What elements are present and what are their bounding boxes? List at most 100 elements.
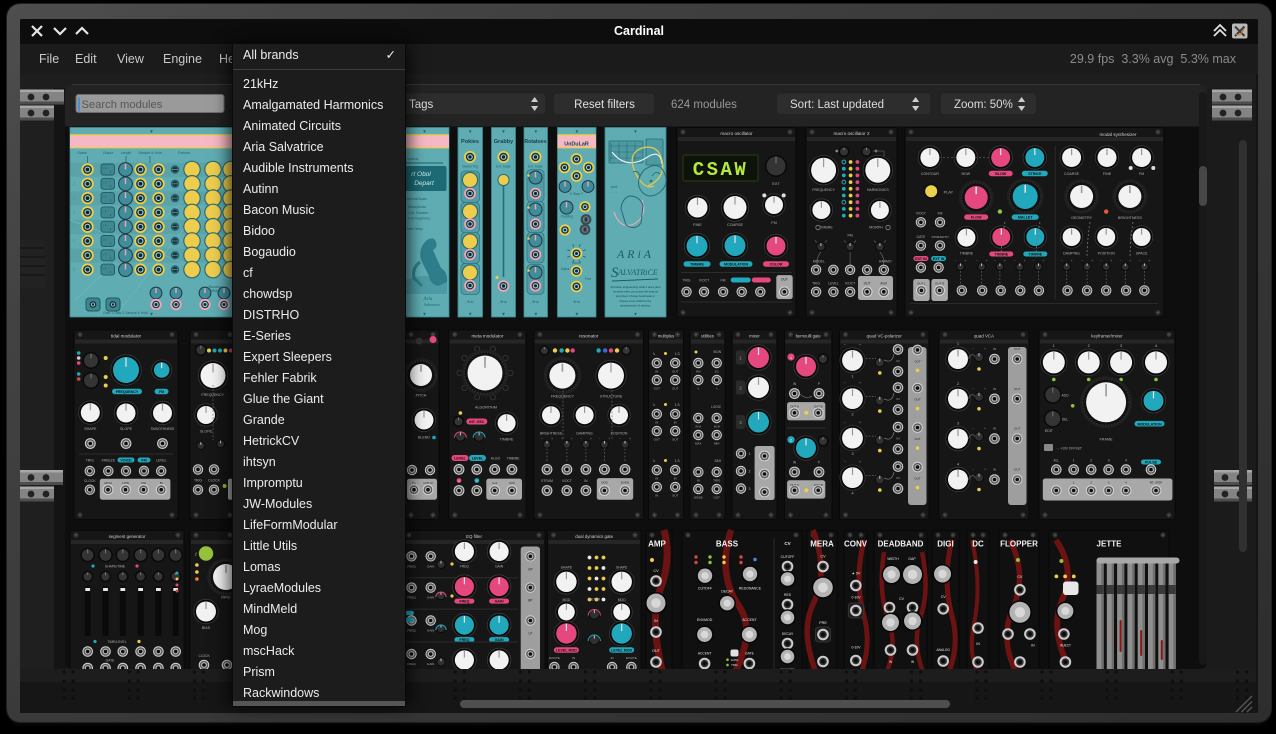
svg-text:⋮1: ⋮1 — [102, 252, 107, 256]
svg-text:IN: IN — [572, 656, 575, 660]
svg-text:1+2: 1+2 — [492, 481, 497, 485]
svg-text:VOICE: VOICE — [120, 459, 132, 463]
svg-text:DEL: DEL — [1062, 418, 1069, 422]
svg-text:AMP: AMP — [648, 540, 666, 549]
svg-text:OUT B: OUT B — [814, 483, 823, 487]
svg-text:GAIN: GAIN — [495, 600, 504, 604]
svg-text:FINE: FINE — [693, 223, 702, 227]
svg-text:LEVEL: LEVEL — [454, 457, 466, 461]
svg-text:ALVATRiCE: ALVATRiCE — [617, 268, 658, 277]
svg-text:3: 3 — [749, 487, 751, 491]
svg-text:TRIG: TRIG — [713, 479, 721, 483]
svg-text:meta modulator: meta modulator — [471, 334, 503, 339]
svg-text:AUX: AUX — [880, 281, 888, 285]
svg-text:FINE: FINE — [1103, 172, 1112, 176]
svg-text:1: 1 — [790, 356, 792, 360]
svg-text:TIMBRE: TIMBRE — [1028, 253, 1042, 257]
svg-text:CV: CV — [1017, 575, 1023, 579]
svg-text:FRAME: FRAME — [1100, 438, 1113, 442]
svg-text:MORPH: MORPH — [869, 226, 883, 230]
svg-text:OUT: OUT — [914, 477, 921, 481]
svg-text:−: − — [561, 437, 563, 441]
svg-text:V/OCT: V/OCT — [845, 281, 855, 285]
svg-text:Full Polyphony: Full Polyphony — [408, 217, 430, 221]
svg-text:MODULATION: MODULATION — [724, 263, 748, 267]
svg-text:RATE: RATE — [221, 596, 231, 600]
svg-text:SHAPE/TIME: SHAPE/TIME — [105, 565, 126, 569]
svg-text:Search modules: Search modules — [82, 99, 163, 111]
svg-text:IN: IN — [1031, 644, 1035, 648]
svg-text:−: − — [972, 347, 974, 351]
svg-text:FREQUENCY: FREQUENCY — [116, 390, 139, 394]
svg-text:−: − — [541, 437, 543, 441]
svg-text:POSITION: POSITION — [611, 432, 628, 436]
svg-text:DECAY: DECAY — [782, 632, 794, 636]
svg-text:CV: CV — [899, 597, 905, 601]
svg-text:OUT: OUT — [781, 278, 788, 282]
svg-text:−: − — [1100, 259, 1102, 263]
svg-text:OUT: OUT — [672, 370, 679, 374]
svg-text:3: 3 — [1108, 459, 1110, 463]
svg-text:MALLET: MALLET — [1018, 216, 1033, 220]
svg-text:DEADBAND: DEADBAND — [878, 540, 924, 549]
svg-text:+: + — [984, 387, 986, 391]
svg-text:IN: IN — [611, 656, 614, 660]
svg-text:OUT: OUT — [652, 649, 661, 653]
svg-text:MIN: MIN — [714, 442, 720, 446]
svg-text:+: + — [1091, 259, 1093, 263]
svg-text:⋮1: ⋮1 — [102, 195, 107, 199]
svg-text:Reset filters: Reset filters — [574, 99, 635, 111]
svg-text:MODULATION: MODULATION — [1137, 422, 1161, 426]
svg-text:2: 2 — [1090, 459, 1092, 463]
svg-text:FLOPPER: FLOPPER — [1000, 540, 1038, 549]
svg-text:FREEZE: FREEZE — [102, 459, 116, 463]
svg-text:CLOCK: CLOCK — [84, 479, 96, 483]
svg-text:UnDuLaR: UnDuLaR — [564, 142, 589, 148]
svg-text:−: − — [1119, 259, 1121, 263]
svg-text:FREQ: FREQ — [460, 565, 470, 569]
svg-text:IN: IN — [993, 387, 996, 391]
svg-text:CV: CV — [820, 555, 826, 559]
svg-text:GATE: GATE — [745, 652, 755, 656]
svg-text:FREQUENCY: FREQUENCY — [812, 188, 835, 192]
svg-text:JETTE: JETTE — [1097, 540, 1123, 549]
svg-text:OUT: OUT — [914, 398, 921, 402]
svg-text:GATE: GATE — [731, 658, 739, 662]
svg-text:+: + — [1148, 259, 1150, 263]
svg-text:DAMPING: DAMPING — [576, 432, 593, 436]
svg-text:↳: ↳ — [653, 402, 656, 407]
svg-text:S&H: S&H — [714, 459, 721, 463]
svg-text:TRIG: TRIG — [86, 459, 94, 463]
svg-text:−: − — [1061, 259, 1063, 263]
svg-text:MODEL: MODEL — [813, 260, 825, 264]
svg-text:IN: IN — [897, 437, 900, 441]
svg-text:resonator: resonator — [579, 334, 599, 339]
svg-text:IN: IN — [993, 468, 996, 472]
svg-text:LOW: LOW — [122, 481, 129, 485]
svg-text:ALL: ALL — [1053, 459, 1059, 463]
svg-text:TIMBRE: TIMBRE — [960, 252, 974, 256]
svg-text:V/OCT: V/OCT — [562, 479, 572, 483]
svg-text:FREQ: FREQ — [407, 596, 416, 600]
svg-text:OUT: OUT — [1014, 468, 1021, 472]
svg-text:IN: IN — [674, 421, 677, 425]
svg-text:⋮1: ⋮1 — [102, 238, 107, 242]
svg-text:+: + — [1071, 259, 1073, 263]
svg-text:OUT: OUT — [672, 438, 679, 442]
svg-text:TRIG: TRIG — [682, 279, 690, 283]
svg-text:TIMBRE: TIMBRE — [994, 253, 1008, 257]
svg-text:ACCENT: ACCENT — [698, 652, 712, 656]
svg-text:3: 3 — [72, 196, 75, 202]
svg-text:IN: IN — [654, 619, 658, 623]
svg-text:−: − — [619, 437, 621, 441]
svg-text:IN: IN — [655, 494, 658, 498]
svg-text:Depart: Depart — [414, 180, 435, 187]
svg-text:IN B: IN B — [714, 425, 720, 429]
svg-text:ly External Scale: ly External Scale — [402, 197, 427, 201]
svg-text:TIMBRE: TIMBRE — [500, 438, 514, 442]
svg-text:OUT: OUT — [654, 387, 661, 391]
svg-text:GATE: GATE — [917, 235, 927, 239]
svg-text:Free: Free — [585, 277, 592, 281]
svg-text:LEVEL: LEVEL — [472, 457, 484, 461]
svg-text:1:3: 1:3 — [675, 403, 680, 407]
